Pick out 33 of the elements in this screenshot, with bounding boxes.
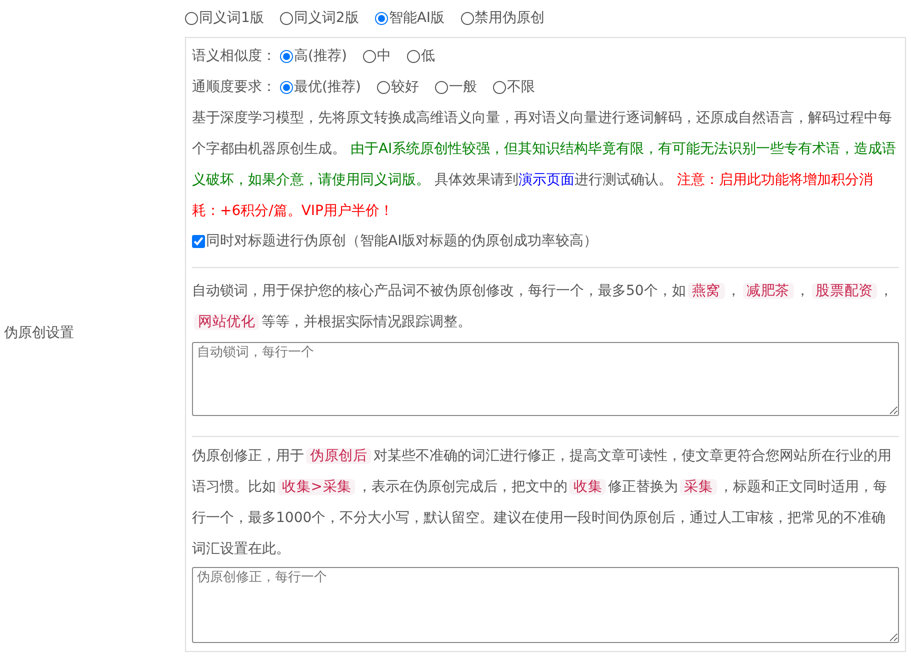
radio-option[interactable]: 不限	[492, 77, 535, 98]
section-label: 伪原创设置	[4, 324, 74, 342]
title-checkbox[interactable]	[192, 234, 205, 248]
fluency-label: 通顺度要求：	[192, 78, 276, 97]
radio-button[interactable]	[362, 50, 376, 63]
radio-option[interactable]: 低	[406, 46, 435, 67]
title-option[interactable]: 同时对标题进行伪原创（智能AI版对标题的伪原创成功率较高）	[192, 227, 899, 255]
radio-option[interactable]: 智能AI版	[374, 8, 445, 29]
radio-option[interactable]: 中	[362, 46, 391, 67]
radio-button[interactable]	[460, 12, 474, 25]
radio-button[interactable]	[492, 81, 506, 94]
radio-option[interactable]: 一般	[434, 77, 477, 98]
lock-words-field[interactable]: 自动锁词，每行一个	[192, 342, 899, 416]
radio-button[interactable]	[406, 50, 420, 63]
radio-option[interactable]: 较好	[376, 77, 419, 98]
lock-words-description: 自动锁词，用于保护您的核心产品词不被伪原创修改，每行一个，最多50个，如 燕窝 ， 减肥茶 ， 股票配资 ， 网站优化 等等，并根据实际情况跟踪调整。	[192, 282, 894, 332]
radio-option[interactable]: 同义词1版	[185, 8, 264, 29]
demo-page-link[interactable]: 演示页面	[518, 172, 574, 188]
radio-button[interactable]	[280, 12, 293, 25]
radio-button[interactable]	[280, 50, 293, 63]
corrections-description: 伪原创修正，用于 伪原创后 对某些不准确的词汇进行修正，提高文章可读性，使文章更符合您网站所在行业的用语习惯。比如 收集>采集 ，表示在伪原创完成后，把文中的 收集 修正替换为 采集 ，标题和正文同时适用，每行一个，最多1000个，不分大小写，默认留空。建议在使用一段时间伪原创后，通过人工审核，把常见的不准确词汇设置在此。	[192, 447, 892, 559]
similarity-label: 语义相似度：	[192, 47, 276, 66]
ai-description: 基于深度学习模型，先将原文转换成高维语义向量，再对语义向量进行逐词解码，还原成自然语言，解码过程中每个字都由机器原创生成。 由于AI系统原创性较强，但其知识结构毕竟有限，有可能无法识别一些专有术语，造成语义破坏，如果介意，请使用同义词版。 具体效果请到演示页面进行测试确认。 注意：启用此功能将增加积分消耗：+6积分/篇。VIP用户半价！	[192, 109, 898, 221]
radio-button[interactable]	[185, 12, 198, 25]
radio-button[interactable]	[280, 81, 293, 94]
corrections-field[interactable]: 伪原创修正，每行一个	[192, 567, 899, 643]
radio-option[interactable]: 同义词2版	[280, 8, 359, 29]
radio-option[interactable]: 最优(推荐)	[280, 77, 361, 98]
radio-button[interactable]	[376, 81, 390, 94]
radio-option[interactable]: 禁用伪原创	[460, 8, 545, 29]
radio-button[interactable]	[434, 81, 448, 94]
radio-option[interactable]: 高(推荐)	[280, 46, 347, 67]
radio-button[interactable]	[374, 12, 388, 25]
